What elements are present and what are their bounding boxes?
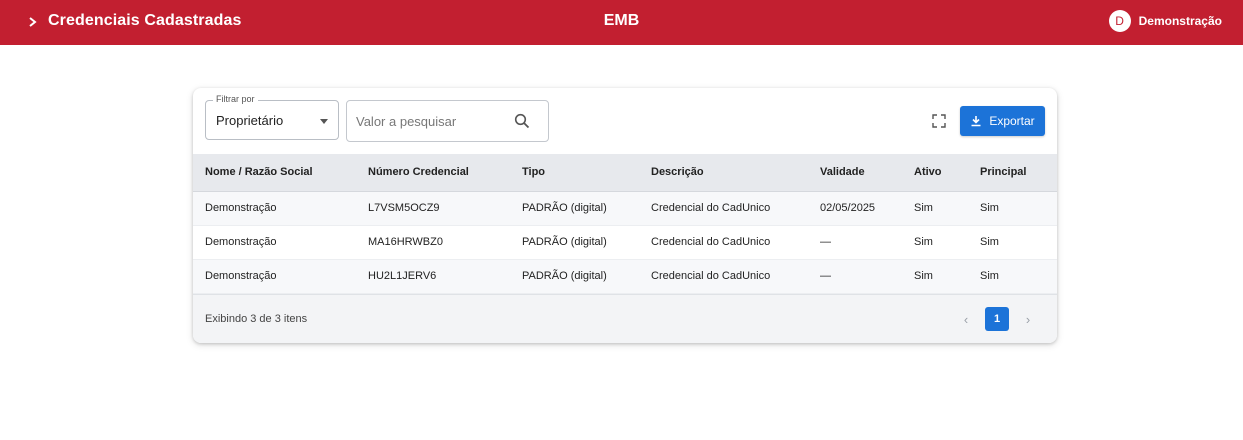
fullscreen-icon[interactable]: [932, 114, 946, 128]
page-button-current[interactable]: 1: [985, 307, 1009, 331]
user-menu[interactable]: D Demonstração: [1108, 10, 1222, 32]
cell-credential-number: HU2L1JERV6: [356, 259, 510, 294]
search-field: [346, 100, 549, 142]
table-row[interactable]: Demonstração HU2L1JERV6 PADRÃO (digital)…: [193, 259, 1057, 294]
column-header-credential-number[interactable]: Número Credencial: [356, 154, 510, 192]
cell-name: Demonstração: [193, 259, 356, 294]
page-title: Credenciais Cadastradas: [48, 12, 242, 29]
column-header-name[interactable]: Nome / Razão Social: [193, 154, 356, 192]
cell-active: Sim: [902, 259, 968, 294]
credentials-table: Nome / Razão Social Número Credencial Ti…: [193, 154, 1057, 294]
cell-validity: —: [808, 225, 902, 260]
column-header-description[interactable]: Descrição: [639, 154, 808, 192]
cell-principal: Sim: [968, 259, 1057, 294]
column-header-principal[interactable]: Principal: [968, 154, 1057, 192]
cell-name: Demonstração: [193, 191, 356, 226]
cell-credential-number: L7VSM5OCZ9: [356, 191, 510, 226]
cell-principal: Sim: [968, 225, 1057, 260]
export-button[interactable]: Exportar: [960, 106, 1045, 136]
cell-active: Sim: [902, 191, 968, 226]
export-label: Exportar: [989, 114, 1035, 128]
caret-down-icon: [320, 119, 328, 124]
chevron-right-icon[interactable]: [26, 13, 40, 31]
cell-type: PADRÃO (digital): [510, 259, 639, 294]
chevron-right-icon[interactable]: ›: [1019, 307, 1037, 331]
column-header-type[interactable]: Tipo: [510, 154, 639, 192]
column-header-active[interactable]: Ativo: [902, 154, 968, 192]
column-header-validity[interactable]: Validade: [808, 154, 902, 192]
cell-type: PADRÃO (digital): [510, 191, 639, 226]
cell-credential-number: MA16HRWBZ0: [356, 225, 510, 260]
cell-description: Credencial do CadUnico: [639, 191, 808, 226]
top-app-bar: Credenciais Cadastradas EMB D Demonstraç…: [0, 0, 1243, 45]
cell-validity: 02/05/2025: [808, 191, 902, 226]
filter-by-select[interactable]: Filtrar por Proprietário: [205, 94, 339, 140]
table-footer: Exibindo 3 de 3 itens ‹ 1 ›: [193, 294, 1057, 343]
search-input[interactable]: [356, 111, 506, 131]
cell-name: Demonstração: [193, 225, 356, 260]
items-count: Exibindo 3 de 3 itens: [205, 313, 308, 325]
credentials-card: Filtrar por Proprietário Exportar Nome /…: [193, 88, 1057, 343]
cell-validity: —: [808, 259, 902, 294]
chevron-left-icon[interactable]: ‹: [957, 307, 975, 331]
download-icon: [971, 116, 981, 127]
cell-type: PADRÃO (digital): [510, 225, 639, 260]
cell-principal: Sim: [968, 191, 1057, 226]
cell-active: Sim: [902, 225, 968, 260]
avatar: D: [1108, 10, 1131, 32]
table-row[interactable]: Demonstração MA16HRWBZ0 PADRÃO (digital)…: [193, 225, 1057, 260]
cell-description: Credencial do CadUnico: [639, 225, 808, 260]
search-icon[interactable]: [514, 113, 530, 129]
filter-selected-value: Proprietário: [216, 113, 284, 128]
cell-description: Credencial do CadUnico: [639, 259, 808, 294]
filter-label: Filtrar por: [213, 94, 258, 104]
pagination: ‹ 1 ›: [957, 307, 1037, 331]
table-header-row: Nome / Razão Social Número Credencial Ti…: [193, 154, 1057, 192]
user-name: Demonstração: [1138, 14, 1222, 28]
table-row[interactable]: Demonstração L7VSM5OCZ9 PADRÃO (digital)…: [193, 191, 1057, 226]
